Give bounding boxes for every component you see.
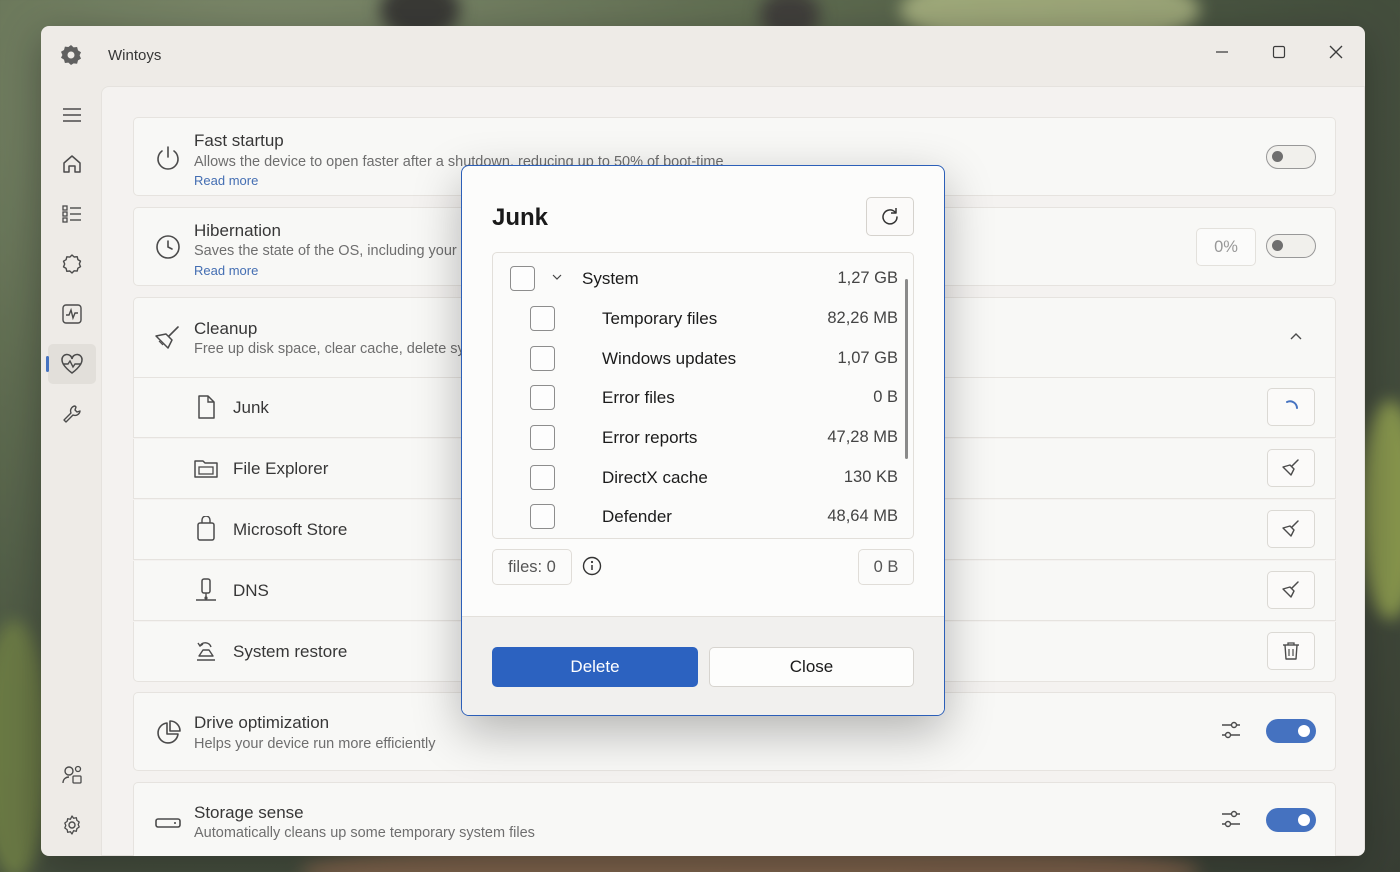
checkbox[interactable] (530, 465, 555, 490)
delete-button[interactable]: Delete (492, 647, 698, 687)
tree-item[interactable]: Windows updates 1,07 GB (493, 338, 903, 378)
tree-label: Windows updates (602, 349, 737, 368)
checkbox[interactable] (530, 385, 555, 410)
tree-label: System (582, 269, 639, 288)
junk-tree: System 1,27 GB Temporary files 82,26 MB … (492, 252, 914, 539)
checkbox[interactable] (530, 346, 555, 371)
tree-scrollbar[interactable] (905, 279, 908, 459)
tree-item[interactable]: Defender 48,64 MB (493, 496, 903, 536)
tree-size: 1,27 GB (837, 269, 898, 287)
checkbox[interactable] (530, 306, 555, 331)
total-size: 0 B (858, 549, 914, 585)
tree-label: Defender (602, 507, 672, 526)
tree-item[interactable]: DirectX cache 130 KB (493, 457, 903, 497)
refresh-button[interactable] (866, 197, 914, 236)
tree-item[interactable]: Temporary files 82,26 MB (493, 298, 903, 338)
tree-size: 1,07 GB (837, 349, 898, 367)
checkbox[interactable] (510, 266, 535, 291)
tree-label: Error files (602, 388, 675, 407)
tree-size: 48,64 MB (827, 507, 898, 525)
dialog-footer: Delete Close (462, 616, 944, 715)
chevron-down-icon[interactable] (552, 274, 562, 281)
tree-label: Error reports (602, 428, 698, 447)
tree-size: 82,26 MB (827, 309, 898, 327)
checkbox[interactable] (530, 425, 555, 450)
refresh-icon (879, 206, 901, 228)
files-count: files: 0 (492, 549, 572, 585)
close-dialog-button[interactable]: Close (709, 647, 914, 687)
tree-size: 130 KB (843, 468, 898, 486)
tree-item[interactable]: Error reports 47,28 MB (493, 417, 903, 457)
tree-label: Temporary files (602, 309, 718, 328)
tree-item[interactable]: Error files 0 B (493, 377, 903, 417)
tree-size: 47,28 MB (827, 428, 898, 446)
tree-label: DirectX cache (602, 468, 708, 487)
tree-parent-system[interactable]: System 1,27 GB (493, 258, 903, 298)
dialog-title: Junk (492, 204, 549, 231)
info-icon[interactable] (582, 556, 602, 576)
junk-dialog: Junk System 1,27 GB Temporary files 82,2… (461, 165, 945, 716)
tree-size: 0 B (873, 388, 898, 406)
checkbox[interactable] (530, 504, 555, 529)
